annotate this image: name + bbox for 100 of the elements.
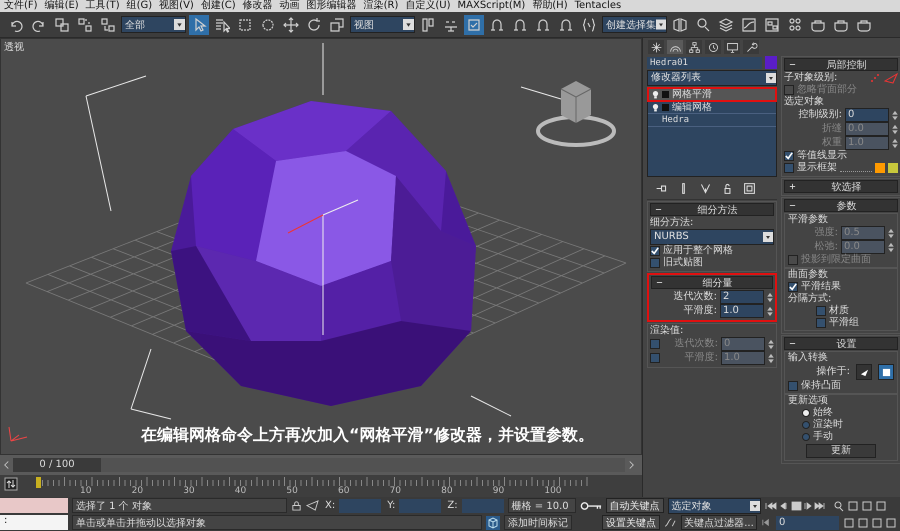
snap-toggle-icon[interactable] (464, 14, 484, 34)
add-time-tag[interactable]: 添加时间标记 (504, 515, 572, 530)
minus-icon[interactable] (656, 279, 663, 286)
plus-icon[interactable] (789, 183, 796, 190)
object-color-swatch[interactable] (765, 56, 777, 69)
frame-field[interactable]: 0 (776, 516, 839, 530)
rollout-header[interactable]: 软选择 (784, 180, 898, 193)
menu-item[interactable]: 编辑(E) (44, 0, 79, 12)
light-bulb-icon[interactable] (652, 90, 659, 98)
checkbox[interactable] (784, 151, 794, 161)
triangle-pointer-icon[interactable] (306, 500, 319, 511)
modify-icon[interactable] (667, 40, 683, 54)
checkbox[interactable] (784, 163, 794, 173)
start-frame-icon[interactable] (761, 517, 772, 528)
spinner-field[interactable]: 1.0 (720, 304, 764, 318)
toolbar-dropdown[interactable]: 视图 (350, 16, 415, 33)
spinner-arrows-icon[interactable] (888, 242, 894, 252)
menu-item[interactable]: Tentacles (574, 0, 622, 12)
move-arrows-icon[interactable] (281, 14, 301, 34)
menu-item[interactable]: 修改器 (242, 0, 273, 12)
listener-input[interactable] (0, 498, 68, 513)
time-marker[interactable] (36, 477, 41, 488)
configure-icon[interactable] (743, 182, 756, 195)
chevron-left-icon[interactable] (3, 460, 10, 470)
radio-button[interactable] (802, 421, 810, 429)
viewcube-icon[interactable] (536, 81, 616, 147)
stack-item[interactable]: 编辑网格 (648, 101, 776, 114)
spinner-arrows-icon[interactable] (768, 338, 774, 350)
spinner-arrows-icon[interactable] (767, 292, 773, 302)
menu-item[interactable]: 创建(C) (200, 0, 236, 12)
rollout-header[interactable]: 细分量 (651, 276, 773, 289)
key-mode-dropdown[interactable]: 选定对象 (668, 498, 761, 514)
vertex-dots-icon[interactable] (869, 72, 881, 84)
padlock-icon[interactable] (291, 500, 302, 511)
checkbox[interactable] (816, 318, 826, 328)
checkbox[interactable] (788, 381, 798, 391)
hierarchy-icon[interactable] (686, 40, 702, 54)
fork-icon[interactable] (699, 182, 712, 195)
time-slider-thumb[interactable]: 0 / 100 (13, 458, 101, 472)
square-mode-button[interactable] (878, 364, 894, 380)
object-name-field[interactable]: Hedra01 (647, 56, 762, 68)
cube-icon[interactable] (486, 516, 500, 530)
color-swatch[interactable] (888, 163, 898, 173)
spinner-arrows-icon[interactable] (892, 138, 898, 148)
create-icon[interactable] (648, 40, 664, 54)
time-slider-track[interactable]: 0 / 100 (13, 458, 625, 472)
checkbox[interactable] (816, 306, 826, 316)
spinner-field[interactable]: 0 (845, 108, 889, 122)
radio-button[interactable] (802, 409, 810, 417)
menu-item[interactable]: 帮助(H) (532, 0, 568, 12)
rollout-header[interactable]: 局部控制 (784, 58, 898, 71)
color-swatch[interactable] (875, 163, 885, 173)
method-dropdown[interactable]: NURBS (650, 229, 774, 245)
auto-key-button[interactable]: 自动关键点 (606, 498, 664, 513)
menu-item[interactable]: 视图(V) (159, 0, 194, 12)
stack-item[interactable]: 网格平滑 (648, 88, 776, 101)
coordinate-field[interactable] (399, 498, 442, 512)
stack-item[interactable]: Hedra (648, 114, 776, 127)
toolbar-dropdown[interactable]: 创建选择集 (602, 16, 667, 33)
checkbox[interactable] (788, 282, 798, 292)
set-key-button[interactable]: 设置关键点 (602, 515, 660, 530)
coordinate-field[interactable] (339, 498, 382, 512)
minus-icon[interactable] (655, 206, 662, 213)
toolbar-dropdown[interactable]: 全部 (121, 16, 186, 33)
viewport[interactable]: 透视 在编辑网格命令上方再次加入“网格平滑”修改器，并设置参数。 (0, 38, 642, 455)
triangle-mode-button[interactable] (856, 364, 872, 380)
minus-icon[interactable] (789, 61, 796, 68)
curve-toggle-icon[interactable] (4, 477, 18, 491)
spinner-arrows-icon[interactable] (767, 306, 773, 316)
display-icon[interactable] (724, 40, 740, 54)
key-icon[interactable] (580, 500, 602, 510)
key-filters-button[interactable]: 关键点过滤器... (681, 515, 757, 530)
coordinate-field[interactable] (462, 498, 504, 512)
radio-button[interactable] (802, 433, 810, 441)
spinner-arrows-icon[interactable] (892, 110, 898, 120)
expand-square-icon[interactable] (662, 90, 669, 98)
checkbox[interactable] (650, 246, 660, 256)
motion-icon[interactable] (705, 40, 721, 54)
rollout-header[interactable]: 参数 (784, 199, 898, 212)
checkbox[interactable] (650, 258, 660, 268)
update-button[interactable]: 更新 (806, 444, 876, 458)
spinner-arrows-icon[interactable] (888, 228, 894, 238)
menu-item[interactable]: 图形编辑器 (306, 0, 357, 12)
modifier-list-dropdown[interactable]: 修改器列表 (647, 70, 777, 86)
spinner-arrows-icon[interactable] (768, 352, 774, 364)
minus-icon[interactable] (789, 202, 796, 209)
minus-icon[interactable] (789, 340, 796, 347)
viewport-label[interactable]: 透视 (4, 40, 24, 54)
key-curve-icon[interactable] (664, 517, 677, 528)
menu-item[interactable]: MAXScript(M) (458, 0, 526, 12)
menu-item[interactable]: 组(G) (126, 0, 152, 12)
rollout-header[interactable]: 细分方法 (650, 203, 774, 216)
spinner-field[interactable]: 2 (720, 290, 764, 304)
arrow-cursor-icon[interactable] (189, 14, 209, 34)
menu-item[interactable]: 动画 (280, 0, 300, 12)
chevron-right-icon[interactable] (628, 460, 635, 470)
rollout-header[interactable]: 设置 (784, 337, 898, 350)
wrench-icon[interactable] (743, 40, 759, 54)
menu-item[interactable]: 工具(T) (86, 0, 120, 12)
spinner-arrows-icon[interactable] (892, 124, 898, 134)
